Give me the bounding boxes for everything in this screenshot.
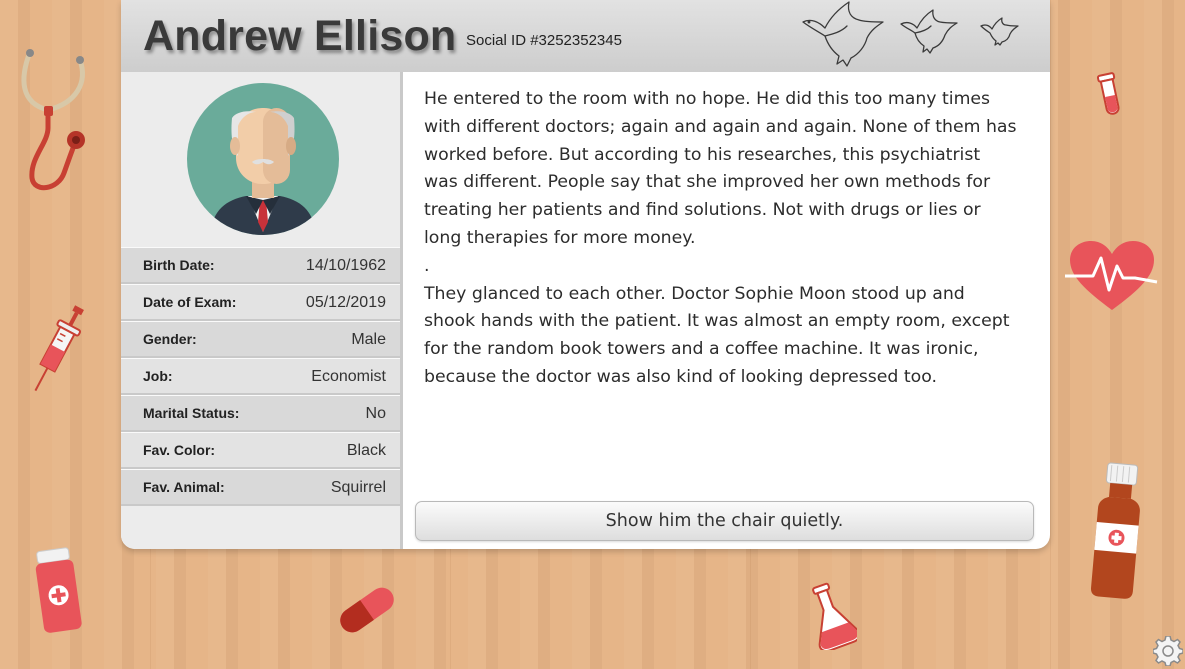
choice-button[interactable]: Show him the chair quietly. bbox=[415, 501, 1034, 541]
stethoscope-icon bbox=[21, 49, 85, 190]
detail-label: Gender: bbox=[143, 331, 197, 347]
detail-label: Fav. Color: bbox=[143, 442, 216, 458]
detail-row-gender: Gender: Male bbox=[121, 321, 400, 358]
pill-bottle-icon bbox=[35, 547, 82, 633]
patient-card: Andrew Ellison Social ID #3252352345 Bir… bbox=[121, 0, 1050, 549]
flask-icon bbox=[812, 582, 857, 650]
story-paragraph: They glanced to each other. Doctor Sophi… bbox=[424, 283, 1010, 387]
detail-row-exam-date: Date of Exam: 05/12/2019 bbox=[121, 284, 400, 321]
detail-value: 14/10/1962 bbox=[305, 257, 386, 274]
story-text: He entered to the room with no hope. He … bbox=[424, 86, 1019, 392]
story-separator: . bbox=[424, 255, 430, 276]
detail-value: Male bbox=[351, 331, 386, 348]
patient-name: Andrew Ellison bbox=[143, 12, 457, 60]
patient-info-panel: Birth Date: 14/10/1962 Date of Exam: 05/… bbox=[121, 72, 403, 549]
medicine-bottle-icon bbox=[1091, 462, 1140, 599]
detail-row-job: Job: Economist bbox=[121, 358, 400, 395]
syringe-icon bbox=[34, 305, 84, 392]
detail-label: Job: bbox=[143, 368, 173, 384]
detail-row-marital-status: Marital Status: No bbox=[121, 395, 400, 432]
detail-value: Black bbox=[346, 442, 386, 459]
detail-label: Birth Date: bbox=[143, 257, 215, 273]
test-tube-icon bbox=[1096, 72, 1120, 115]
detail-value: 05/12/2019 bbox=[305, 294, 386, 311]
gear-icon[interactable] bbox=[1153, 636, 1183, 666]
social-id: Social ID #3252352345 bbox=[466, 32, 622, 49]
heartbeat-icon bbox=[1065, 241, 1158, 310]
patient-details: Birth Date: 14/10/1962 Date of Exam: 05/… bbox=[121, 247, 400, 506]
detail-row-birth-date: Birth Date: 14/10/1962 bbox=[121, 247, 400, 284]
story-paragraph: He entered to the room with no hope. He … bbox=[424, 89, 1017, 248]
detail-value: No bbox=[365, 405, 386, 422]
detail-value: Squirrel bbox=[330, 479, 386, 496]
detail-row-fav-color: Fav. Color: Black bbox=[121, 432, 400, 469]
detail-row-fav-animal: Fav. Animal: Squirrel bbox=[121, 469, 400, 506]
old-man-avatar bbox=[187, 83, 339, 235]
detail-label: Date of Exam: bbox=[143, 294, 237, 310]
card-header: Andrew Ellison Social ID #3252352345 bbox=[121, 0, 1050, 72]
detail-label: Fav. Animal: bbox=[143, 479, 225, 495]
detail-value: Economist bbox=[311, 368, 386, 385]
detail-label: Marital Status: bbox=[143, 405, 240, 421]
capsule-icon bbox=[340, 587, 394, 633]
dove-icon bbox=[802, 1, 1019, 67]
